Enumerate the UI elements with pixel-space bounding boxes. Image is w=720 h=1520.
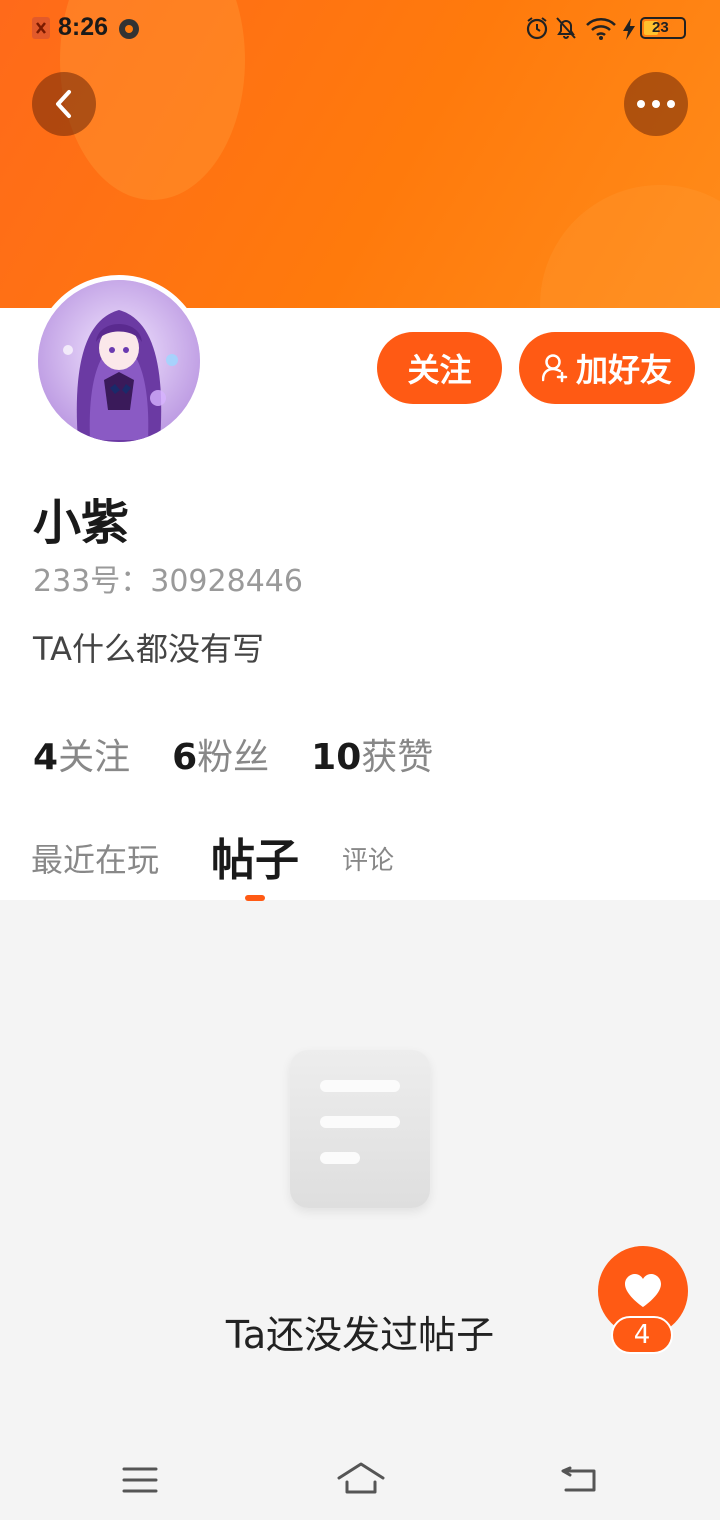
stat-likes-count: 10 xyxy=(311,737,362,778)
more-horizontal-icon xyxy=(637,100,675,108)
add-user-icon xyxy=(541,354,568,383)
status-bar: 8:26 23 xyxy=(0,0,720,56)
menu-icon[interactable] xyxy=(122,1466,158,1494)
stat-following-count: 4 xyxy=(33,737,59,778)
stat-following[interactable]: 4关注 xyxy=(33,728,130,780)
stat-followers[interactable]: 6粉丝 xyxy=(172,728,269,780)
record-icon xyxy=(119,19,139,39)
more-options-button[interactable] xyxy=(624,72,688,136)
add-friend-label: 加好友 xyxy=(575,351,672,389)
stat-likes-label: 获赞 xyxy=(361,737,434,778)
tab-recent-played[interactable]: 最近在玩 xyxy=(31,835,159,881)
profile-bio: TA什么都没有写 xyxy=(33,630,264,668)
wifi-icon xyxy=(586,18,616,40)
like-count-badge: 4 xyxy=(611,1316,673,1354)
back-button[interactable] xyxy=(32,72,96,136)
alarm-icon xyxy=(526,17,548,40)
follow-button-label: 关注 xyxy=(407,351,472,389)
avatar-image xyxy=(38,280,200,442)
stat-followers-count: 6 xyxy=(172,737,198,778)
profile-name: 小紫 xyxy=(33,495,130,551)
profile-uid: 233号：30928446 xyxy=(33,564,303,599)
empty-document-icon xyxy=(290,1050,430,1208)
back-nav-icon[interactable] xyxy=(560,1462,600,1494)
mute-bell-icon xyxy=(556,17,576,39)
tab-posts[interactable]: 帖子 xyxy=(211,824,299,888)
battery-icon: 23 xyxy=(640,17,686,39)
home-icon[interactable] xyxy=(336,1460,386,1496)
profile-stats: 4关注 6粉丝 10获赞 xyxy=(33,728,475,780)
chevron-left-icon xyxy=(56,90,71,118)
follow-button[interactable]: 关注 xyxy=(377,332,502,404)
system-navigation-bar xyxy=(0,1438,720,1520)
active-tab-indicator xyxy=(245,895,265,901)
stat-followers-label: 粉丝 xyxy=(197,737,270,778)
stat-likes[interactable]: 10获赞 xyxy=(311,728,433,780)
tab-comments[interactable]: 评论 xyxy=(342,840,394,877)
add-friend-button[interactable]: 加好友 xyxy=(519,332,695,404)
status-time: 8:26 xyxy=(58,13,109,41)
battery-level: 23 xyxy=(652,19,669,36)
heart-icon xyxy=(625,1274,661,1307)
avatar[interactable] xyxy=(33,275,205,447)
charging-icon xyxy=(623,18,635,40)
app-notification-icon xyxy=(32,17,50,39)
stat-following-label: 关注 xyxy=(58,737,131,778)
